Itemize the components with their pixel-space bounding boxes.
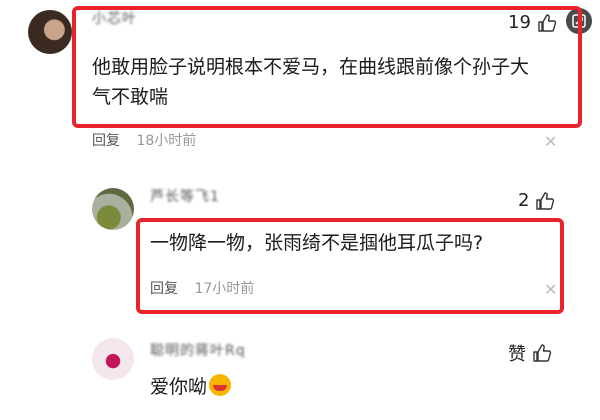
comment-username[interactable]: 芦长等飞1: [150, 186, 220, 206]
comment-meta: 回复 18小时前: [92, 130, 196, 150]
comment-text-line: 爱你呦: [150, 376, 208, 398]
reply-button[interactable]: 回复: [150, 281, 178, 297]
thumbs-up-icon: [536, 191, 555, 210]
comment-time: 18小时前: [136, 133, 197, 149]
close-icon[interactable]: ✕: [544, 132, 557, 151]
like-label: 赞: [508, 344, 526, 365]
thumbs-up-icon: [533, 344, 552, 362]
avatar[interactable]: [92, 188, 134, 230]
avatar[interactable]: [28, 10, 72, 54]
comment-meta: 回复 17小时前: [150, 278, 254, 298]
like-button[interactable]: 赞: [508, 340, 552, 366]
close-icon[interactable]: ✕: [544, 280, 557, 299]
comment-username[interactable]: 聪明的蒋叶Rq: [150, 340, 246, 360]
comment-time: 17小时前: [194, 281, 255, 297]
comment-text: 他敢用脸子说明根本不爱马，在曲线跟前像个孙子大 气不敢喘: [92, 52, 572, 112]
kiss-emoji-icon: [209, 374, 232, 396]
like-count: 2: [518, 190, 530, 211]
reply-button[interactable]: 回复: [92, 133, 120, 149]
comment-text-line: 气不敢喘: [92, 86, 169, 108]
comment-text: 爱你呦: [150, 372, 232, 402]
avatar[interactable]: [92, 338, 134, 380]
comment-text-line: 他敢用脸子说明根本不爱马，在曲线跟前像个孙子大: [92, 56, 530, 78]
like-button[interactable]: 2: [518, 190, 555, 211]
comment-text: 一物降一物，张雨绮不是掴他耳瓜子吗?: [150, 232, 484, 254]
